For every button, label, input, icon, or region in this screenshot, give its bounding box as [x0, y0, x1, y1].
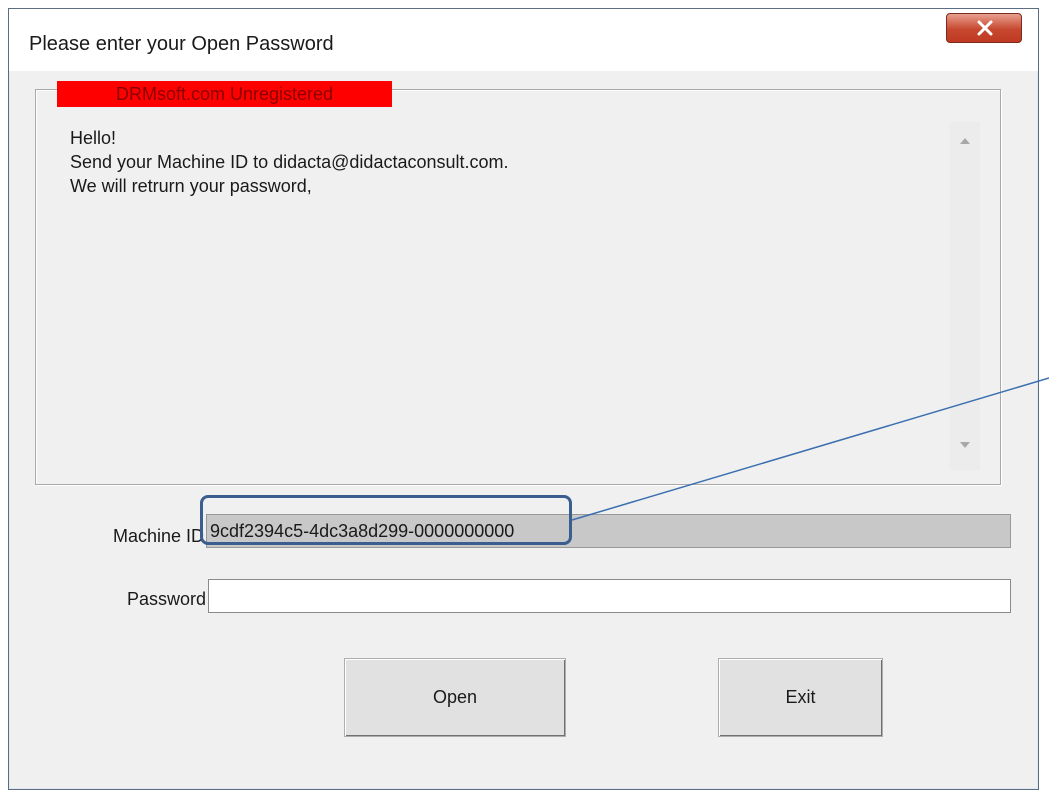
password-input[interactable]: [208, 579, 1011, 613]
registration-label: DRMsoft.com Unregistered: [57, 81, 392, 107]
machine-id-highlight: [200, 495, 572, 545]
exit-button-label: Exit: [785, 687, 816, 707]
message-text: Hello! Send your Machine ID to didacta@di…: [70, 126, 509, 198]
message-line: Send your Machine ID to didacta@didactac…: [70, 152, 509, 172]
machine-id-label: Machine ID: [112, 526, 204, 546]
message-line: We will retrurn your password,: [70, 176, 312, 196]
scroll-up-arrow-icon[interactable]: [960, 138, 970, 144]
exit-button[interactable]: Exit: [718, 658, 883, 737]
scroll-down-arrow-icon[interactable]: [960, 442, 970, 448]
window-title: Please enter your Open Password: [29, 33, 334, 55]
open-button[interactable]: Open: [344, 658, 566, 737]
title-bar: Please enter your Open Password: [9, 9, 1038, 71]
close-icon: [977, 20, 993, 36]
message-scrollbar[interactable]: [950, 122, 980, 470]
close-button[interactable]: [946, 13, 1022, 43]
open-button-label: Open: [432, 687, 478, 707]
password-label: Password: [126, 589, 206, 609]
message-line: Hello!: [70, 128, 117, 148]
